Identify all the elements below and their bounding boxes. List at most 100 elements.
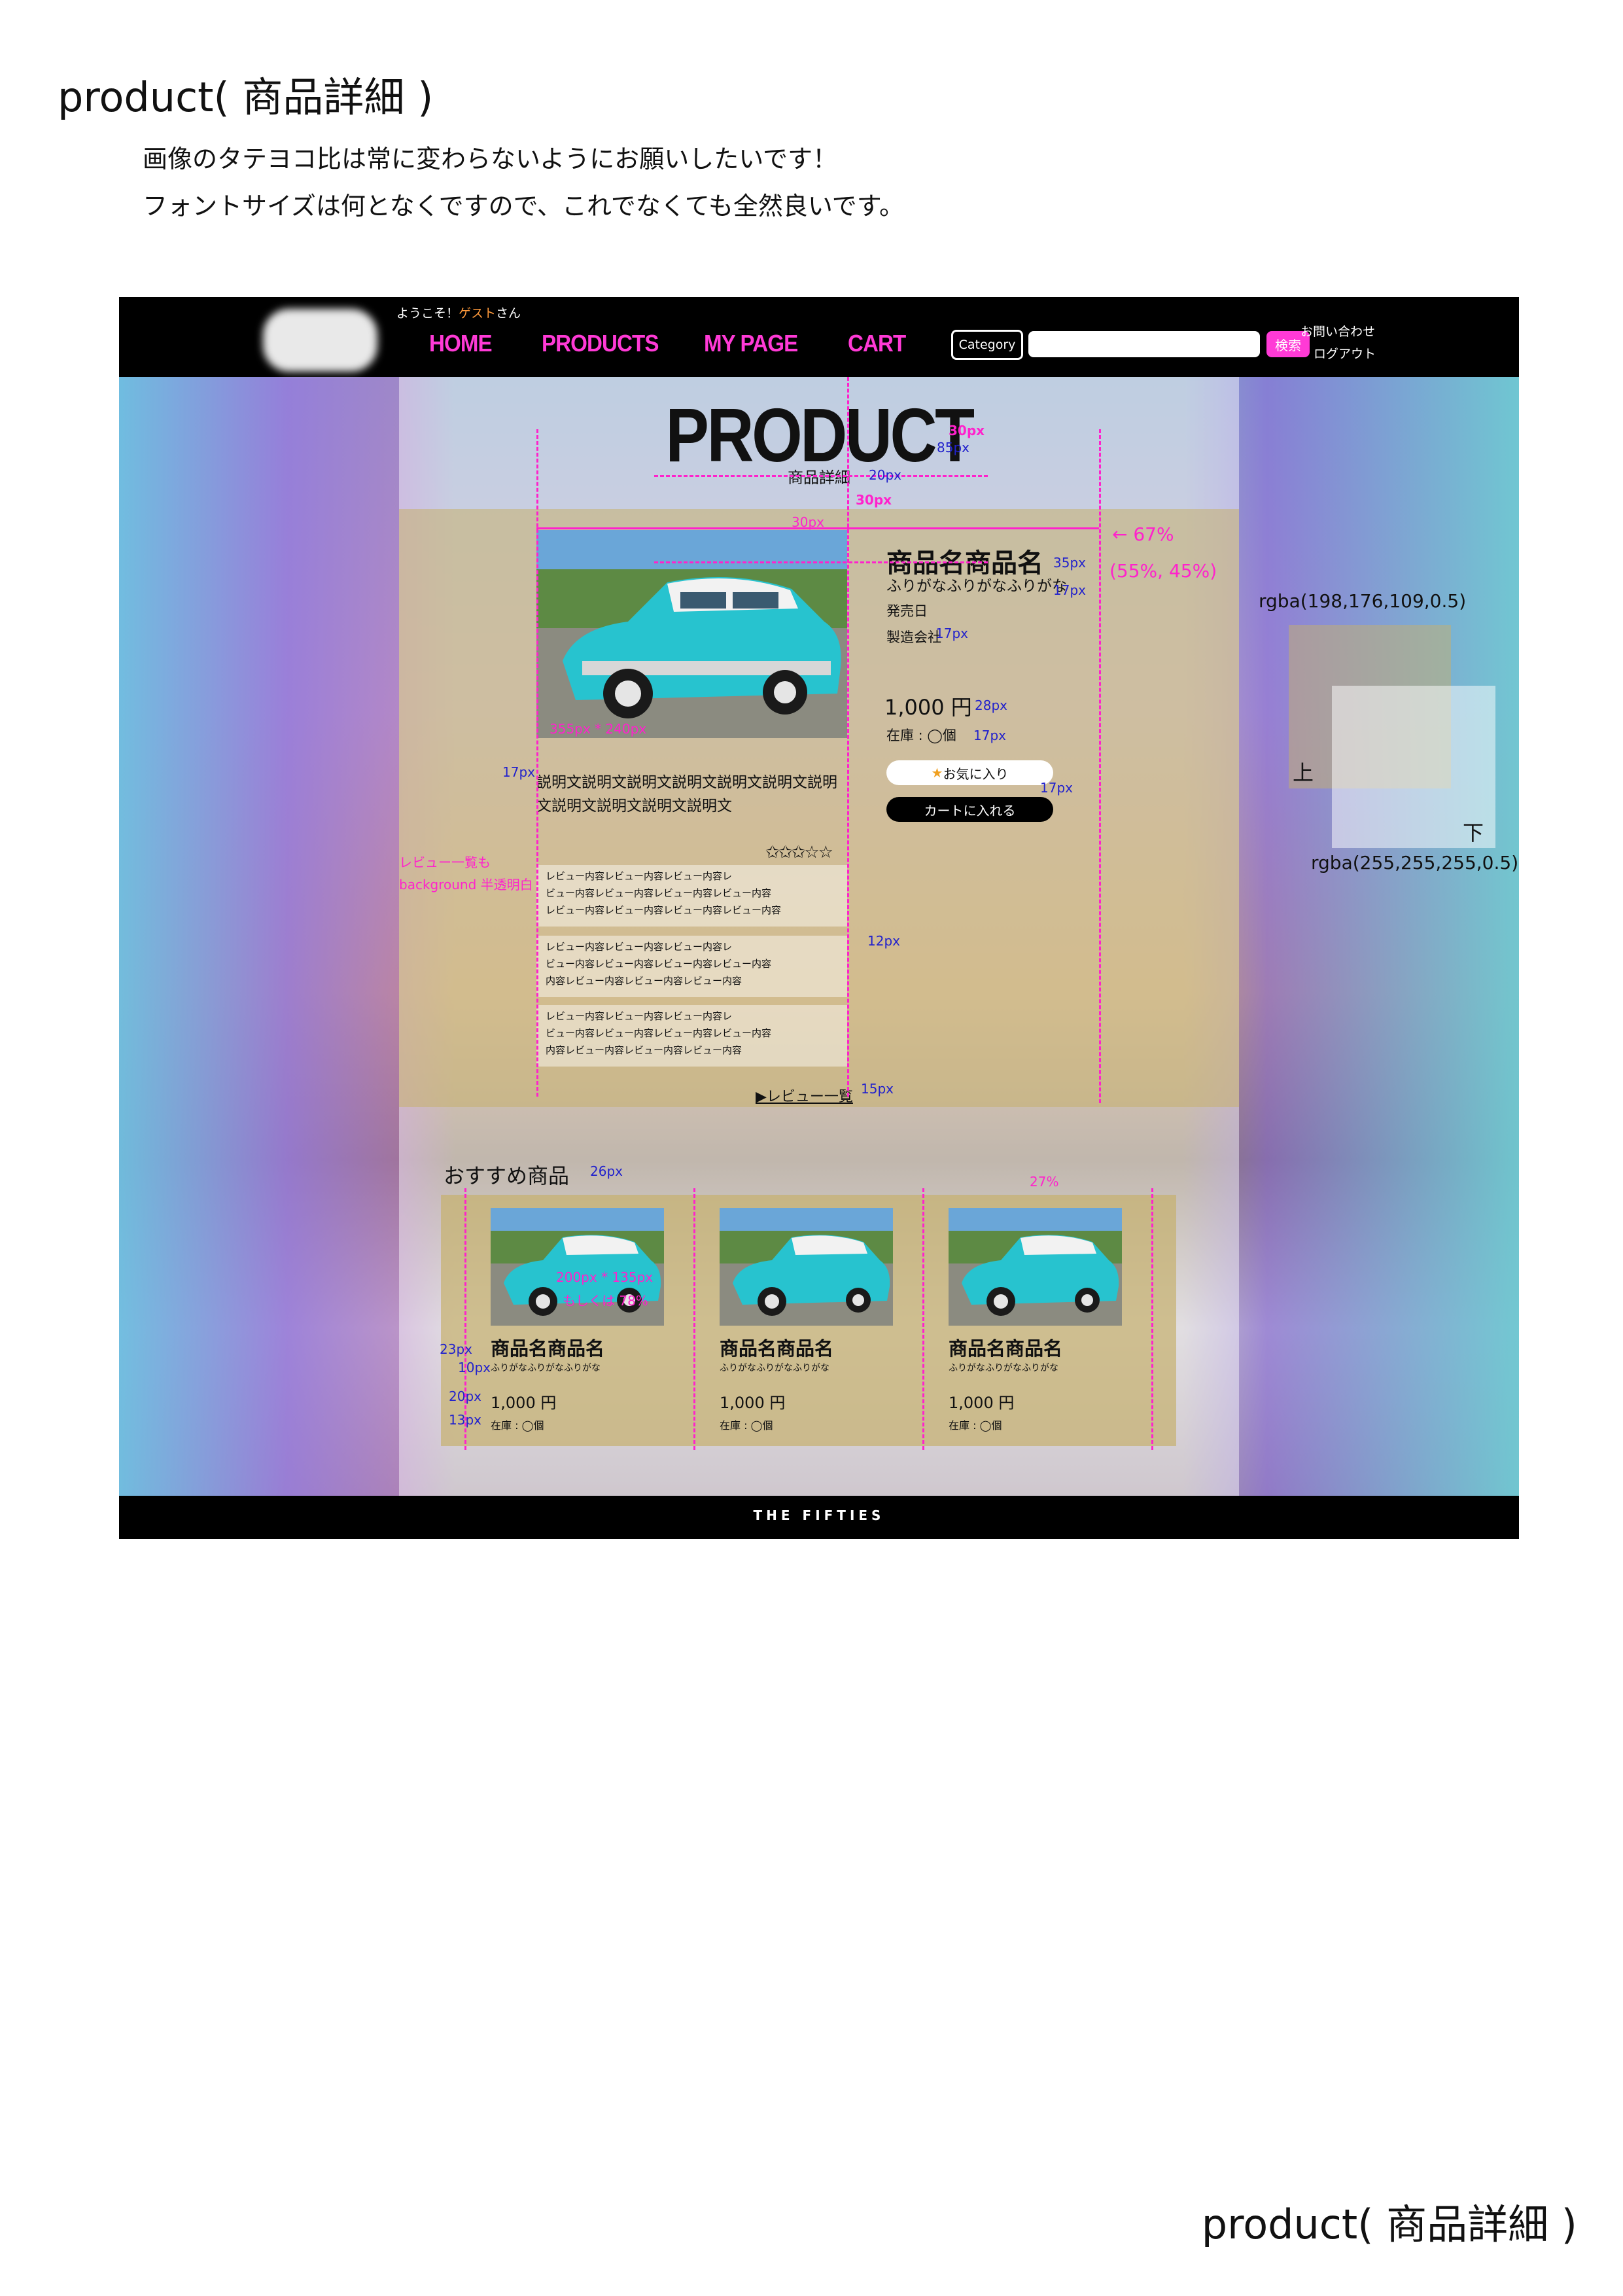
annotation: 17px — [1053, 582, 1086, 598]
document-note-font: フォントサイズは何となくですので、これでなくても全然良いです。 — [143, 192, 904, 221]
annotation: (55%, 45%) — [1109, 560, 1217, 582]
annotation: 13px — [449, 1412, 481, 1428]
recommend-card[interactable]: 商品名商品名 ふりがなふりがなふりがな 1,000 円 在庫 : ◯個 — [491, 1208, 664, 1432]
annotation-rgba-top: rgba(198,176,109,0.5) — [1259, 590, 1467, 612]
recommend-image[interactable] — [720, 1208, 893, 1326]
recommend-name: 商品名商品名 — [949, 1337, 1063, 1360]
recommend-card[interactable]: 商品名商品名 ふりがなふりがなふりがな 1,000 円 在庫 : ◯個 — [949, 1208, 1122, 1432]
review-line: 内容レビュー内容レビュー内容レビュー内容 — [546, 1044, 742, 1056]
annotation: 85px — [937, 440, 969, 455]
annotation: ← 67% — [1112, 523, 1174, 545]
annotation: 20px — [449, 1388, 481, 1404]
recommend-title: おすすめ商品 — [444, 1163, 570, 1188]
annotation: 27% — [1030, 1174, 1059, 1190]
review-item: レビュー内容レビュー内容レビュー内容レ ビュー内容レビュー内容レビュー内容レビュ… — [536, 1005, 847, 1067]
document-title: product( 商品詳細 ) — [58, 73, 434, 121]
review-line: レビュー内容レビュー内容レビュー内容レ — [546, 870, 733, 882]
star-rating-icon: ✩✩✩☆☆ — [765, 843, 833, 862]
recommend-stock: 在庫 : ◯個 — [491, 1419, 544, 1432]
annotation: 17px — [935, 626, 968, 641]
annotation: 30px — [856, 492, 892, 508]
guide-line — [922, 1188, 924, 1450]
annotation: もしくは 78% — [563, 1293, 648, 1309]
car-illustration — [949, 1208, 1122, 1326]
nav-home[interactable]: HOME — [429, 330, 493, 357]
recommend-price: 1,000 円 — [491, 1394, 557, 1412]
annotation: 26px — [590, 1163, 623, 1179]
recommend-name: 商品名商品名 — [720, 1337, 834, 1360]
review-line: レビュー内容レビュー内容レビュー内容レ — [546, 1010, 733, 1022]
car-illustration — [720, 1208, 893, 1326]
annotation: 28px — [975, 698, 1007, 713]
guest-name: ゲスト — [459, 306, 497, 321]
guide-line — [847, 377, 849, 1097]
site-mockup: PRODUCT 商品詳細 説明文説明文説明文説明文説明文説明文説明文説明文説明文… — [119, 297, 1519, 1539]
document-note-aspect: 画像のタテヨコ比は常に変わらないようにお願いしたいです！ — [143, 145, 838, 173]
annotation: 17px — [1040, 780, 1073, 796]
annotation: 355px * 240px — [550, 721, 647, 737]
review-list-link[interactable]: ▶レビュー一覧 — [756, 1085, 853, 1106]
guide-line — [654, 475, 988, 477]
guide-line — [1151, 1188, 1153, 1450]
favorite-button-label: お気に入り — [943, 766, 1009, 782]
welcome-prefix: ようこそ！ — [396, 306, 459, 321]
annotation: background 半透明白 — [399, 877, 533, 892]
annotation: 30px — [792, 514, 824, 530]
annotation-rgba-bottom: rgba(255,255,255,0.5) — [1311, 852, 1519, 874]
guide-line — [693, 1188, 695, 1450]
review-item: レビュー内容レビュー内容レビュー内容レ ビュー内容レビュー内容レビュー内容レビュ… — [536, 865, 847, 927]
rating-stars: ✩✩✩☆☆ — [765, 843, 833, 862]
review-line: ビュー内容レビュー内容レビュー内容レビュー内容 — [546, 1027, 772, 1039]
nav-mypage[interactable]: MY PAGE — [704, 330, 798, 357]
recommend-kana: ふりがなふりがなふりがな — [949, 1363, 1058, 1373]
add-to-cart-button[interactable]: カートに入れる — [886, 797, 1053, 822]
annotation: 30px — [949, 423, 985, 438]
annotation: 20px — [869, 467, 901, 483]
site-logo[interactable] — [263, 309, 377, 372]
recommend-kana: ふりがなふりがなふりがな — [491, 1363, 601, 1373]
product-price: 1,000 円 — [884, 695, 972, 720]
recommend-image[interactable] — [949, 1208, 1122, 1326]
welcome-suffix: さん — [496, 306, 521, 321]
footer-text: THE FIFTIES — [753, 1508, 885, 1523]
recommend-kana: ふりがなふりがなふりがな — [720, 1363, 829, 1373]
contact-link[interactable]: お問い合わせ — [1300, 322, 1375, 340]
guide-line — [654, 561, 988, 563]
search-input[interactable] — [1028, 331, 1260, 357]
annotation: 23px — [440, 1341, 472, 1357]
nav-products[interactable]: PRODUCTS — [542, 330, 659, 357]
nav-cart[interactable]: CART — [848, 330, 906, 357]
annotation-label-top: 上 — [1293, 760, 1314, 785]
review-line: レビュー内容レビュー内容レビュー内容レビュー内容 — [546, 904, 782, 916]
favorite-button[interactable]: ★ お気に入り — [886, 760, 1053, 785]
review-item: レビュー内容レビュー内容レビュー内容レ ビュー内容レビュー内容レビュー内容レビュ… — [536, 936, 847, 997]
page-background: PRODUCT 商品詳細 説明文説明文説明文説明文説明文説明文説明文説明文説明文… — [119, 377, 1519, 1496]
product-stock: 在庫 : ◯個 — [886, 728, 956, 743]
recommend-stock: 在庫 : ◯個 — [949, 1419, 1002, 1432]
annotation: 17px — [973, 728, 1006, 743]
review-line: ビュー内容レビュー内容レビュー内容レビュー内容 — [546, 958, 772, 970]
star-icon: ★ — [931, 765, 943, 781]
annotation: 10px — [458, 1360, 491, 1375]
document-footer-title: product( 商品詳細 ) — [1201, 2200, 1577, 2248]
recommend-price: 1,000 円 — [949, 1394, 1015, 1412]
review-line: レビュー内容レビュー内容レビュー内容レ — [546, 941, 733, 953]
guide-line — [464, 1188, 466, 1450]
welcome-message: ようこそ！ゲストさん — [396, 304, 521, 321]
annotation: 35px — [1053, 555, 1086, 571]
guide-line — [1099, 429, 1101, 1103]
annotation: 15px — [861, 1081, 894, 1097]
review-line: 内容レビュー内容レビュー内容レビュー内容 — [546, 975, 742, 987]
annotation-label-bottom: 下 — [1463, 821, 1484, 845]
recommend-card[interactable]: 商品名商品名 ふりがなふりがなふりがな 1,000 円 在庫 : ◯個 — [720, 1208, 893, 1432]
release-date: 発売日 — [886, 603, 928, 619]
product-kana: ふりがなふりがなふりがな — [886, 578, 1067, 595]
review-line: ビュー内容レビュー内容レビュー内容レビュー内容 — [546, 887, 772, 899]
site-header: ようこそ！ゲストさん HOME PRODUCTS MY PAGE CART Ca… — [119, 297, 1519, 377]
logout-link[interactable]: ログアウト — [1314, 344, 1376, 362]
category-select[interactable]: Category — [951, 330, 1023, 360]
product-description: 説明文説明文説明文説明文説明文説明文説明文説明文説明文説明文説明文 — [536, 774, 837, 815]
annotation: 200px * 135px — [556, 1269, 654, 1285]
recommend-price: 1,000 円 — [720, 1394, 786, 1412]
annotation: 17px — [502, 764, 535, 780]
